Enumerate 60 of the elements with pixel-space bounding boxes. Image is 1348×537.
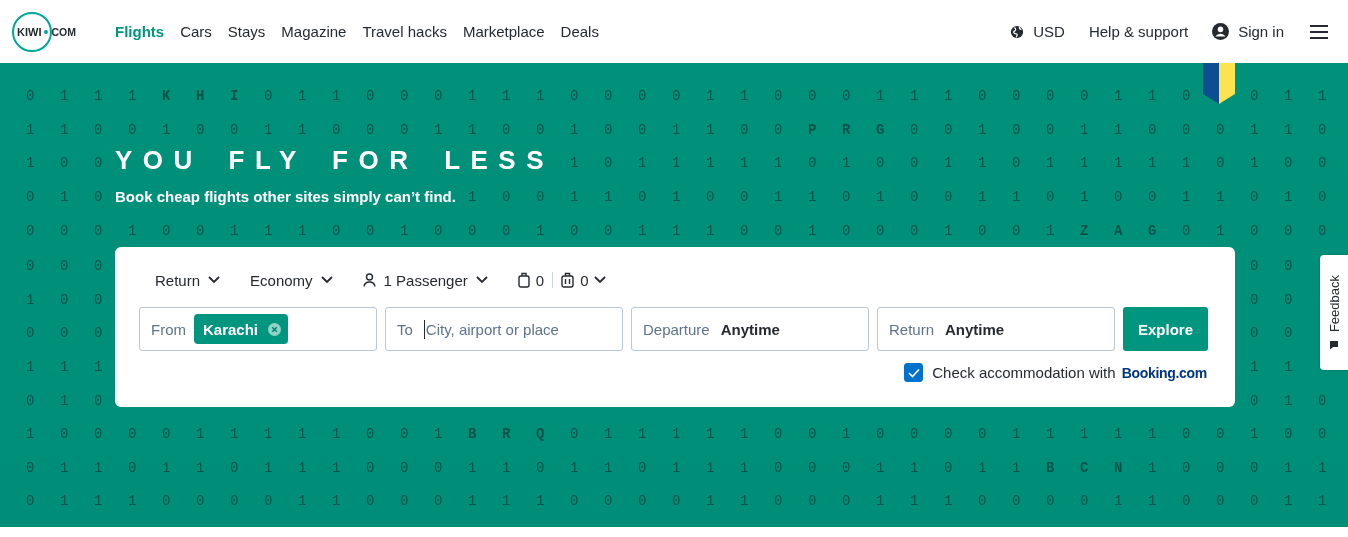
nav-link[interactable]: Travel hacks [362,23,447,40]
feedback-tab[interactable]: Feedback [1320,255,1348,370]
ribbon-icon [1203,63,1235,104]
origin-field[interactable]: From Karachi [139,307,377,351]
nav-link[interactable]: Stays [227,23,266,40]
chevron-down-icon [475,276,488,284]
chevron-down-icon [320,276,333,284]
help-link[interactable]: Help & support [1088,23,1189,40]
binary-pattern-text: 0 1 1 1 0 0 0 0 1 1 0 0 0 1 1 1 0 0 0 0 1 1 0 0 0 1 1 1 0 0 0 0 1 1 0 0 0 1 1 [26,493,1336,510]
trip-dropdown[interactable]: Return [155,271,221,289]
date-field[interactable]: Return Anytime [877,307,1115,351]
user-icon [1212,23,1230,40]
chat-icon [1329,340,1339,351]
chevron-down-icon [208,276,221,284]
binary-pattern-text: 0 0 [1250,291,1301,308]
close-icon[interactable] [268,322,282,336]
nav-link[interactable]: Cars [180,23,212,40]
binary-pattern-text: 1 1 0 0 1 0 0 1 1 0 0 0 1 1 0 0 1 0 0 1 1 0 0 P R G 0 0 1 0 0 1 1 0 0 0 1 1 0 [26,121,1336,138]
binary-pattern-text: 0 1 1 1 K H I 0 1 1 0 0 0 1 1 1 0 0 0 0 1 1 0 0 0 1 1 1 0 0 0 0 1 1 0 0 1 1 [26,87,1336,104]
bags-dropdown[interactable]: 0 0 [517,271,607,289]
binary-pattern-text: 1 1 [1250,359,1301,376]
binary-pattern-text: 0 1 0 [1250,393,1335,410]
binary-pattern-text: 1 0 0 1 1 0 1 0 0 1 1 0 1 0 0 1 1 0 1 0 0 1 1 0 1 0 [467,189,1335,206]
checkbox-label: Check accommodation with [932,364,1116,381]
menu-icon[interactable] [1310,24,1328,39]
binary-pattern-text: 0 0 0 [26,325,111,342]
binary-pattern-text: 0 0 [1250,257,1301,274]
binary-pattern-text: 0 0 [1250,325,1301,342]
checked-bag-icon [561,272,575,288]
cabin-bag-icon [517,272,530,288]
explore-button[interactable]: Explore [1123,307,1208,351]
destination-field[interactable]: To City, airport or place [385,307,623,351]
passengers-dropdown[interactable]: 1 Passenger [362,271,488,289]
checkbox[interactable] [904,363,924,382]
binary-pattern-text: 1 0 0 [26,155,111,172]
hero-subtitle: Book cheap flights other sites simply can’t find. [115,187,456,207]
place-chip[interactable]: Karachi [194,314,289,344]
date-field[interactable]: Departure Anytime [631,307,869,351]
check-icon [907,367,920,378]
binary-pattern-text: 1 0 0 0 0 1 1 1 1 1 0 0 1 B R Q 0 1 1 1 1 1 0 0 1 0 0 0 0 1 1 1 1 1 0 0 1 0 0 [26,425,1336,442]
nav-link[interactable]: Marketplace [462,23,545,40]
booking-link[interactable]: Booking.com [1121,364,1207,381]
binary-pattern-text: 1 1 1 [26,359,111,376]
nav-link[interactable]: Magazine [281,23,347,40]
binary-pattern-text: 1 0 0 [26,291,111,308]
binary-pattern-text: 0 0 0 1 0 0 1 1 1 0 0 1 0 0 0 1 0 0 1 1 1 0 0 1 0 0 0 1 0 0 1 Z A G 0 1 0 0 0 [26,223,1336,240]
chevron-down-icon [594,276,607,284]
binary-pattern-text: 0 1 1 0 1 1 0 1 1 1 0 0 0 1 1 0 1 1 0 1 1 1 0 0 0 1 1 0 1 1 B C N 1 0 0 0 1 1 [26,459,1336,476]
nav-link[interactable]: Deals [560,23,599,40]
binary-pattern-text: 1 0 1 1 1 1 1 0 1 0 0 1 1 0 1 1 1 1 1 0 1 0 0 [569,155,1335,172]
sign-in-button[interactable]: Sign in [1212,23,1284,40]
trip-dropdown[interactable]: Economy [250,271,333,289]
currency-button[interactable]: USD [1010,23,1065,40]
binary-pattern-text: 0 1 0 [26,189,111,206]
nav-link[interactable]: Flights [115,23,165,40]
binary-pattern-text: 0 1 0 [26,393,111,410]
binary-pattern-text: 0 0 0 [26,257,111,274]
hero-title: YOU FLY FOR LESS [115,145,555,175]
globe-icon [1010,24,1025,39]
person-icon [362,273,376,287]
